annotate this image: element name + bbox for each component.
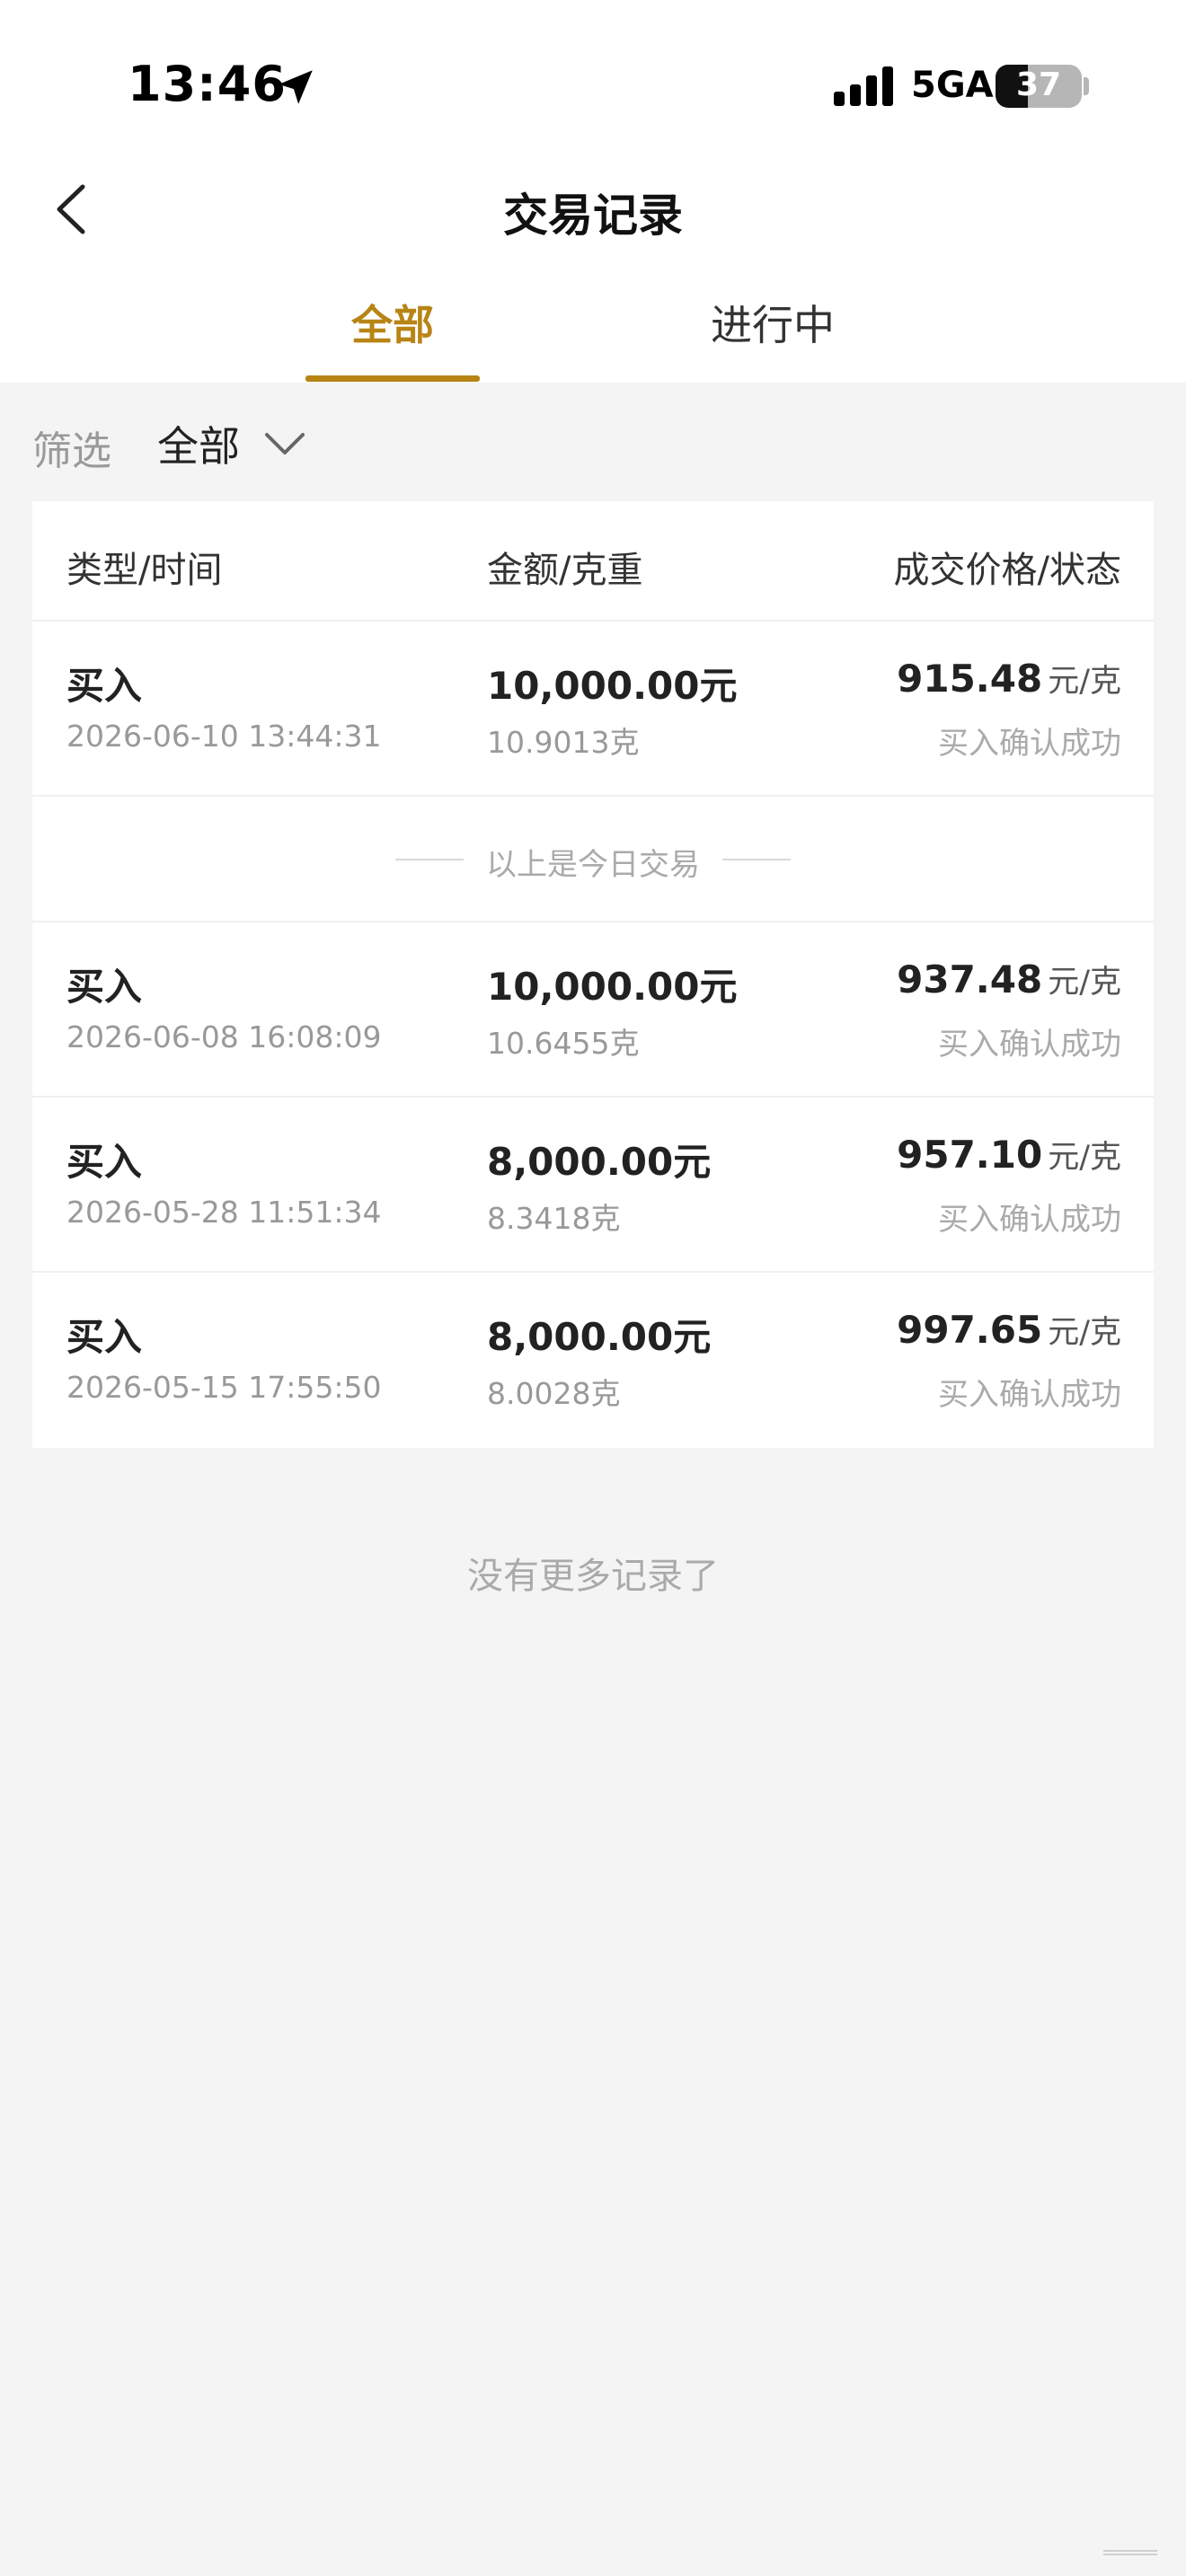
- row-time: 2026-06-08 16:08:09: [66, 1019, 382, 1054]
- battery-level: 37: [1015, 66, 1062, 103]
- row-price-value: 937.48: [897, 957, 1043, 1001]
- header-area: 13:46 5GA 37 交易记录 全部 进行中: [0, 0, 1186, 383]
- row-weight: 8.0028克: [487, 1376, 621, 1411]
- row-amount: 8,000.00元: [487, 1315, 712, 1359]
- row-time: 2026-06-10 13:44:31: [66, 719, 382, 754]
- battery-cap: [1084, 77, 1089, 95]
- row-price-value: 997.65: [897, 1308, 1043, 1352]
- row-type: 买入: [66, 1315, 143, 1359]
- row-price: 937.48 元/克: [897, 957, 1121, 1002]
- row-status: 买入确认成功: [938, 1027, 1121, 1063]
- row-time: 2026-05-15 17:55:50: [66, 1370, 382, 1405]
- home-indicator-icon: [1103, 2550, 1157, 2555]
- row-status: 买入确认成功: [938, 1202, 1121, 1238]
- header-amount-weight: 金额/克重: [487, 550, 643, 591]
- table-header: 类型/时间 金额/克重 成交价格/状态: [32, 501, 1154, 622]
- tab-all[interactable]: 全部: [305, 293, 480, 352]
- row-weight: 10.6455克: [487, 1026, 640, 1061]
- tab-in-progress[interactable]: 进行中: [683, 293, 863, 352]
- cellular-signal-icon: [834, 66, 893, 106]
- row-amount: 10,000.00元: [487, 664, 738, 708]
- table-row[interactable]: 买入 2026-06-08 16:08:09 10,000.00元 10.645…: [32, 922, 1154, 1098]
- transaction-table: 类型/时间 金额/克重 成交价格/状态 买入 2026-06-10 13:44:…: [32, 501, 1154, 1448]
- active-tab-indicator: [305, 375, 480, 382]
- header-price-status: 成交价格/状态: [893, 550, 1121, 591]
- battery-icon: 37: [996, 65, 1082, 108]
- row-price-unit: 元/克: [1048, 965, 1121, 1001]
- filter-label: 筛选: [32, 428, 111, 474]
- row-weight: 10.9013克: [487, 725, 640, 760]
- row-price-value: 915.48: [897, 657, 1043, 701]
- row-type: 买入: [66, 1140, 143, 1184]
- row-weight: 8.3418克: [487, 1201, 621, 1236]
- row-price: 957.10 元/克: [897, 1132, 1121, 1178]
- network-type: 5GA: [911, 65, 994, 106]
- divider-line-right: [722, 859, 791, 860]
- status-time: 13:46: [128, 56, 287, 112]
- row-amount: 8,000.00元: [487, 1140, 712, 1184]
- row-price-unit: 元/克: [1048, 1140, 1121, 1176]
- row-price-value: 957.10: [897, 1133, 1043, 1177]
- row-amount: 10,000.00元: [487, 965, 738, 1009]
- page-title: 交易记录: [503, 190, 683, 242]
- table-row[interactable]: 买入 2026-06-10 13:44:31 10,000.00元 10.901…: [32, 622, 1154, 797]
- today-divider: 以上是今日交易: [32, 797, 1154, 922]
- no-more-records: 没有更多记录了: [467, 1556, 719, 1597]
- row-time: 2026-05-28 11:51:34: [66, 1195, 382, 1230]
- chevron-down-icon: [265, 433, 305, 454]
- row-status: 买入确认成功: [938, 726, 1121, 762]
- status-bar: 13:46 5GA 37: [0, 0, 1186, 171]
- header-type-time: 类型/时间: [66, 550, 223, 591]
- row-type: 买入: [66, 965, 143, 1009]
- row-status: 买入确认成功: [938, 1377, 1121, 1413]
- row-price: 915.48 元/克: [897, 656, 1121, 701]
- table-row[interactable]: 买入 2026-05-15 17:55:50 8,000.00元 8.0028克…: [32, 1273, 1154, 1448]
- row-price-unit: 元/克: [1048, 664, 1121, 700]
- divider-text: 以上是今日交易: [486, 847, 700, 883]
- filter-value: 全部: [157, 422, 240, 471]
- row-price: 997.65 元/克: [897, 1307, 1121, 1353]
- location-arrow-icon: [279, 70, 313, 104]
- filter-dropdown[interactable]: 全部: [157, 417, 306, 471]
- filter-row: 筛选 全部: [0, 383, 1186, 499]
- row-price-unit: 元/克: [1048, 1315, 1121, 1351]
- table-row[interactable]: 买入 2026-05-28 11:51:34 8,000.00元 8.3418克…: [32, 1098, 1154, 1273]
- row-type: 买入: [66, 664, 143, 708]
